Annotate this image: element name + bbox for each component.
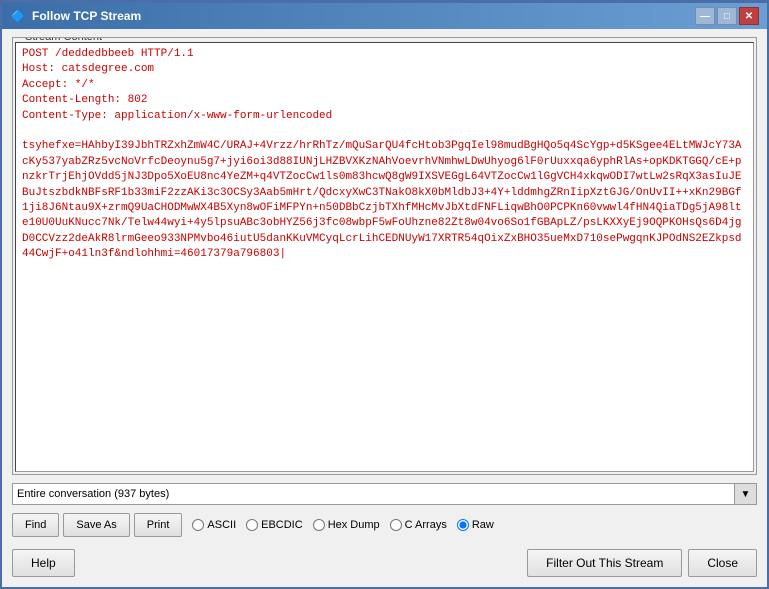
- raw-label: Raw: [472, 519, 494, 531]
- hexdump-radio-label[interactable]: Hex Dump: [313, 519, 380, 531]
- find-button[interactable]: Find: [12, 513, 59, 537]
- filter-out-button[interactable]: Filter Out This Stream: [527, 549, 682, 577]
- action-button-row: Find Save As Print ASCII EBCDIC Hex Dump: [12, 511, 757, 539]
- save-as-button[interactable]: Save As: [63, 513, 129, 537]
- bottom-right: Filter Out This Stream Close: [527, 549, 757, 577]
- dropdown-arrow-button[interactable]: ▼: [735, 483, 757, 505]
- stream-content-group: Stream Content POST /deddedbbeeb HTTP/1.…: [12, 37, 757, 475]
- help-button[interactable]: Help: [12, 549, 75, 577]
- close-button[interactable]: Close: [688, 549, 757, 577]
- ascii-radio[interactable]: [192, 519, 204, 531]
- title-bar: 🔷 Follow TCP Stream — □ ✕: [2, 3, 767, 29]
- conversation-select[interactable]: Entire conversation (937 bytes): [12, 483, 735, 505]
- carrays-label: C Arrays: [405, 519, 447, 531]
- bottom-row: Help Filter Out This Stream Close: [12, 545, 757, 579]
- stream-group-inner: POST /deddedbbeeb HTTP/1.1 Host: catsdeg…: [13, 42, 756, 474]
- print-button[interactable]: Print: [134, 513, 183, 537]
- window-icon: 🔷: [10, 8, 26, 24]
- encoding-radio-group: ASCII EBCDIC Hex Dump C Arrays Raw: [192, 519, 493, 531]
- hexdump-label: Hex Dump: [328, 519, 380, 531]
- title-bar-left: 🔷 Follow TCP Stream: [10, 8, 141, 24]
- stream-content-area[interactable]: POST /deddedbbeeb HTTP/1.1 Host: catsdeg…: [15, 42, 754, 472]
- carrays-radio-label[interactable]: C Arrays: [390, 519, 447, 531]
- minimize-button[interactable]: —: [695, 7, 715, 25]
- ascii-label: ASCII: [207, 519, 236, 531]
- maximize-button[interactable]: □: [717, 7, 737, 25]
- window-title: Follow TCP Stream: [32, 9, 141, 23]
- ebcdic-radio[interactable]: [246, 519, 258, 531]
- carrays-radio[interactable]: [390, 519, 402, 531]
- hexdump-radio[interactable]: [313, 519, 325, 531]
- window-body: Stream Content POST /deddedbbeeb HTTP/1.…: [2, 29, 767, 587]
- ebcdic-label: EBCDIC: [261, 519, 303, 531]
- raw-radio[interactable]: [457, 519, 469, 531]
- window-close-button[interactable]: ✕: [739, 7, 759, 25]
- follow-tcp-stream-window: 🔷 Follow TCP Stream — □ ✕ Stream Content…: [0, 0, 769, 589]
- title-bar-buttons: — □ ✕: [695, 7, 759, 25]
- raw-radio-label[interactable]: Raw: [457, 519, 494, 531]
- ebcdic-radio-label[interactable]: EBCDIC: [246, 519, 303, 531]
- ascii-radio-label[interactable]: ASCII: [192, 519, 236, 531]
- bottom-left: Help: [12, 549, 75, 577]
- dropdown-row: Entire conversation (937 bytes) ▼: [12, 483, 757, 505]
